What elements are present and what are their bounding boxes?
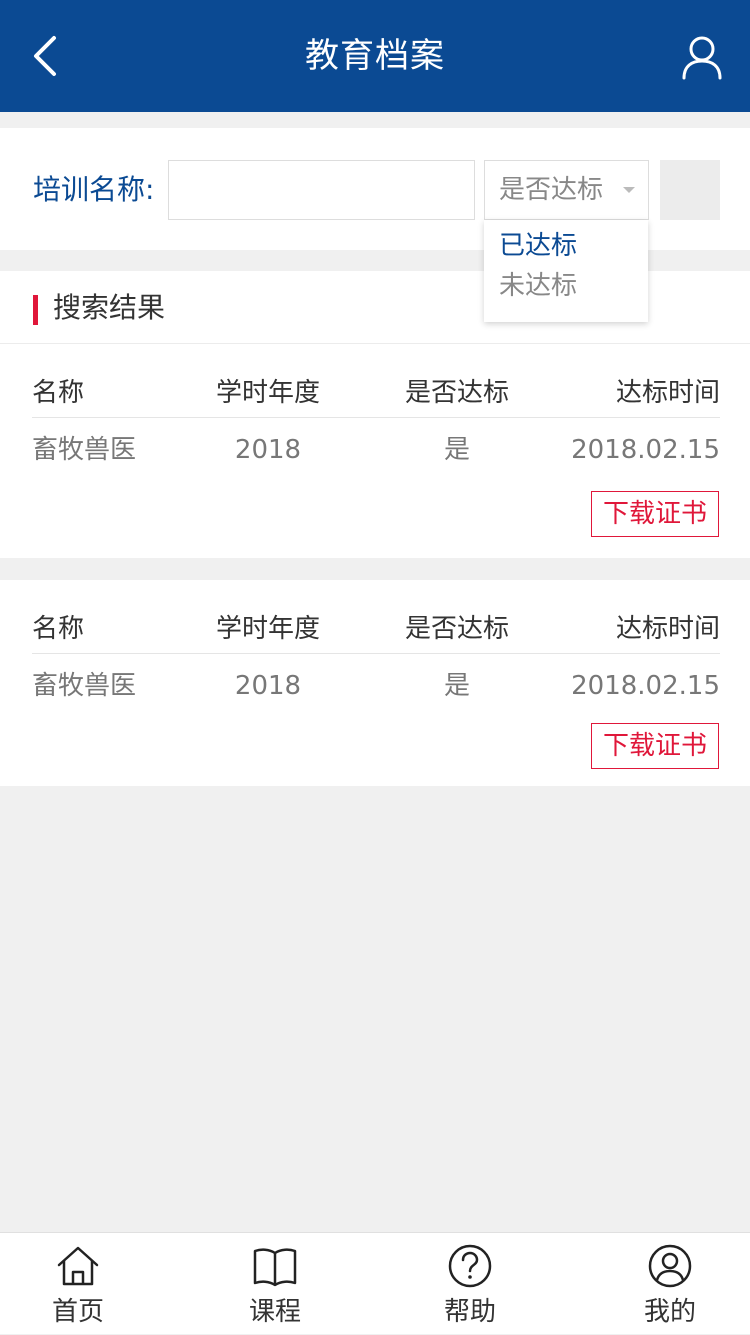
option-not-passed[interactable]: 未达标 (499, 266, 577, 306)
tab-mine[interactable]: 我的 (610, 1233, 730, 1335)
status-select-value: 是否达标 (499, 175, 604, 205)
column-header-name: 名称 (32, 614, 85, 644)
cell-name: 畜牧兽医 (32, 435, 137, 465)
status-select[interactable]: 是否达标 (484, 160, 649, 220)
bottom-tab-bar: 首页 课程 帮助 我的 (0, 1232, 750, 1334)
cell-name: 畜牧兽医 (32, 671, 137, 701)
training-name-label: 培训名称: (33, 173, 155, 206)
result-table-header: 名称 学时年度 是否达标 达标时间 (32, 369, 720, 418)
cell-date: 2018.02.15 (571, 671, 720, 701)
column-header-passed: 是否达标 (404, 378, 509, 408)
profile-icon (648, 1244, 692, 1288)
result-table-header: 名称 学时年度 是否达标 达标时间 (32, 605, 720, 654)
cell-date: 2018.02.15 (571, 435, 720, 465)
column-header-date: 达标时间 (615, 378, 720, 408)
status-dropdown-menu: 已达标 未达标 (484, 220, 648, 322)
column-header-name: 名称 (32, 378, 85, 408)
tab-help[interactable]: 帮助 (410, 1233, 530, 1335)
tab-label: 我的 (643, 1297, 696, 1327)
column-header-year: 学时年度 (215, 614, 320, 644)
caret-down-icon (623, 187, 635, 193)
result-card: 名称 学时年度 是否达标 达标时间 畜牧兽医 2018 是 2018.02.15… (0, 580, 750, 786)
section-accent-bar (33, 295, 38, 325)
download-certificate-button[interactable]: 下载证书 (591, 491, 719, 537)
user-icon (682, 36, 722, 80)
user-button[interactable] (680, 34, 724, 82)
cell-year: 2018 (234, 435, 302, 465)
search-button[interactable] (660, 160, 720, 220)
cell-passed: 是 (443, 671, 470, 701)
tab-course[interactable]: 课程 (215, 1233, 335, 1335)
result-card: 名称 学时年度 是否达标 达标时间 畜牧兽医 2018 是 2018.02.15… (0, 344, 750, 558)
page-title: 教育档案 (305, 36, 445, 76)
tab-label: 帮助 (443, 1297, 496, 1327)
help-icon (448, 1244, 492, 1288)
training-name-input[interactable] (168, 160, 475, 220)
table-row: 畜牧兽医 2018 是 2018.02.15 (32, 426, 720, 476)
top-nav-bar: 教育档案 (0, 0, 750, 112)
tab-home[interactable]: 首页 (18, 1233, 138, 1335)
column-header-passed: 是否达标 (404, 614, 509, 644)
cell-year: 2018 (234, 671, 302, 701)
table-row: 畜牧兽医 2018 是 2018.02.15 (32, 662, 720, 712)
download-certificate-button[interactable]: 下载证书 (591, 723, 719, 769)
tab-label: 课程 (248, 1297, 301, 1327)
tab-label: 首页 (51, 1297, 104, 1327)
cell-passed: 是 (443, 435, 470, 465)
book-icon (253, 1248, 297, 1287)
option-passed[interactable]: 已达标 (499, 226, 577, 266)
results-title: 搜索结果 (53, 291, 166, 324)
column-header-date: 达标时间 (615, 614, 720, 644)
column-header-year: 学时年度 (215, 378, 320, 408)
home-icon (57, 1246, 99, 1286)
